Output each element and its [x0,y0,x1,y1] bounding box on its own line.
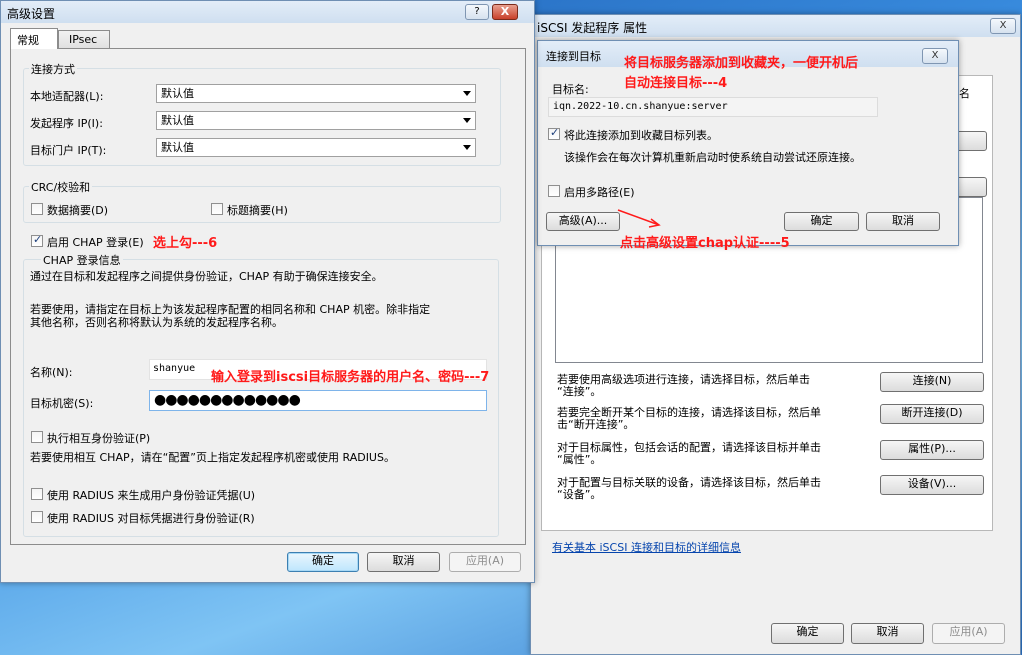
window-title: 高级设置 [7,7,56,21]
apply-button[interactable]: 应用(A) [449,552,521,572]
chap-description: 通过在目标和发起程序之间提供身份验证，CHAP 有助于确保连接安全。 [30,270,383,283]
radius-target-label[interactable]: 使用 RADIUS 对目标凭据进行身份验证(R) [47,510,255,526]
initiator-ip-dropdown[interactable]: 默认值 [156,111,476,130]
data-digest-checkbox[interactable] [31,203,43,215]
enable-chap-label[interactable]: 启用 CHAP 登录(E) [47,234,144,250]
annotation-4: 自动连接目标---4 [624,76,728,91]
close-icon[interactable]: X [492,4,518,20]
name-label: 名称(N): [30,366,73,379]
ok-button[interactable]: 确定 [287,552,359,572]
target-name-label: 目标名: [552,83,589,96]
chevron-down-icon [463,91,471,96]
name-value: shanyue [153,363,196,374]
chap-description: 其他名称，否则名称将默认为系统的发起程序名称。 [30,316,283,329]
devices-button[interactable]: 设备(V)... [880,475,984,495]
header-digest-label[interactable]: 标题摘要(H) [227,202,288,218]
name-fragment: 名 [959,87,970,100]
cancel-button[interactable]: 取消 [866,212,940,231]
local-adapter-label: 本地适配器(L): [30,90,104,103]
advanced-button[interactable]: 高级(A)... [546,212,620,231]
window-title: iSCSI 发起程序 属性 [537,21,648,35]
data-digest-label[interactable]: 数据摘要(D) [47,202,108,218]
local-adapter-value: 默认值 [161,87,194,100]
radius-user-checkbox[interactable] [31,488,43,500]
hint-connect: “连接”。 [557,385,602,398]
tab-general-label: 常规 [17,34,39,47]
mutual-auth-checkbox[interactable] [31,431,43,443]
cancel-button[interactable]: 取消 [367,552,440,572]
hint-properties: “属性”。 [557,453,602,466]
annotation-7: 输入登录到iscsi目标服务器的用户名、密码---7 [211,370,490,385]
annotation-arrow [617,209,661,228]
add-favorite-label[interactable]: 将此连接添加到收藏目标列表。 [564,127,718,143]
target-portal-dropdown[interactable]: 默认值 [156,138,476,157]
annotation-6: 选上勾---6 [153,236,218,251]
iscsi-properties-titlebar: iSCSI 发起程序 属性 X [531,15,1020,37]
local-adapter-dropdown[interactable]: 默认值 [156,84,476,103]
target-portal-value: 默认值 [161,141,194,154]
target-name-value: iqn.2022-10.cn.shanyue:server [553,101,728,112]
hint-devices: “设备”。 [557,488,602,501]
help-link[interactable]: 有关基本 iSCSI 连接和目标的详细信息 [552,539,741,555]
secret-value: ●●●●●●●●●●●●● [154,392,301,408]
radius-user-label[interactable]: 使用 RADIUS 来生成用户身份验证凭据(U) [47,487,255,503]
initiator-ip-label: 发起程序 IP(I): [30,117,103,130]
chevron-down-icon [463,118,471,123]
connect-button[interactable]: 连接(N) [880,372,984,392]
target-name-field[interactable]: iqn.2022-10.cn.shanyue:server [548,97,878,117]
partial-button[interactable] [955,177,987,197]
properties-button[interactable]: 属性(P)... [880,440,984,460]
tab-ipsec[interactable]: IPsec [58,30,110,48]
multipath-checkbox[interactable] [548,185,560,197]
help-icon[interactable]: ? [465,4,489,20]
tab-ipsec-label: IPsec [69,33,98,46]
disconnect-button[interactable]: 断开连接(D) [880,404,984,424]
crc-legend: CRC/校验和 [29,179,93,195]
close-icon[interactable]: X [922,48,948,64]
cancel-button[interactable]: 取消 [851,623,924,644]
annotation-4: 将目标服务器添加到收藏夹，一便开机后 [624,56,859,71]
mutual-auth-label[interactable]: 执行相互身份验证(P) [47,430,150,446]
add-favorite-desc: 该操作会在每次计算机重新启动时使系统自动尝试还原连接。 [564,151,861,164]
advanced-settings-window: 高级设置 ? X 常规 IPsec 连接方式 本地适配器(L): 默认值 发起程… [0,0,535,583]
apply-button[interactable]: 应用(A) [932,623,1005,644]
header-digest-checkbox[interactable] [211,203,223,215]
close-icon[interactable]: X [990,18,1016,34]
mutual-description: 若要使用相互 CHAP，请在“配置”页上指定发起程序机密或使用 RADIUS。 [30,451,395,464]
dialog-title: 连接到目标 [546,50,601,63]
radius-target-checkbox[interactable] [31,511,43,523]
add-favorite-checkbox[interactable] [548,126,560,140]
secret-field[interactable]: ●●●●●●●●●●●●● [149,390,487,411]
chap-legend: CHAP 登录信息 [41,252,123,268]
chevron-down-icon [463,145,471,150]
ok-button[interactable]: 确定 [784,212,859,231]
multipath-label[interactable]: 启用多路径(E) [564,184,635,200]
hint-disconnect: 击“断开连接”。 [557,418,635,431]
advanced-titlebar: 高级设置 ? X [1,1,534,23]
connection-legend: 连接方式 [29,61,77,77]
ok-button[interactable]: 确定 [771,623,844,644]
initiator-ip-value: 默认值 [161,114,194,127]
tab-general[interactable]: 常规 [10,28,58,49]
secret-label: 目标机密(S): [30,397,94,410]
target-portal-label: 目标门户 IP(T): [30,144,107,157]
partial-button[interactable] [955,131,987,151]
enable-chap-checkbox[interactable] [31,233,43,247]
